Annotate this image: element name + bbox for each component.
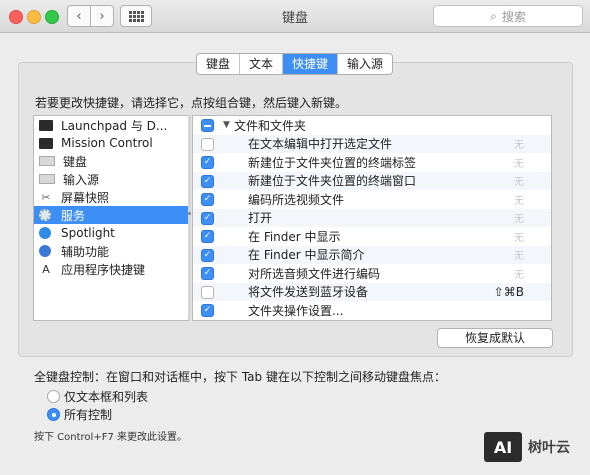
category-label: 键盘: [63, 154, 88, 169]
category-label: Spotlight: [61, 226, 115, 240]
launchpad-icon: [39, 119, 53, 131]
tab-input-sources[interactable]: 输入源: [338, 54, 392, 74]
shortcut-label: 在 Finder 中显示简介: [248, 248, 365, 263]
shortcut-label: 将文件发送到蓝牙设备: [248, 285, 369, 300]
radio-text-boxes-lists[interactable]: [47, 390, 60, 403]
shortcut-row[interactable]: ✓ 在 Finder 中显示 无: [193, 227, 551, 246]
shortcut-key[interactable]: 无: [514, 136, 524, 151]
disclosure-triangle-icon[interactable]: ▼: [223, 120, 230, 130]
shortcut-checkbox[interactable]: ✓: [201, 248, 214, 262]
shortcut-key[interactable]: 无: [514, 229, 524, 244]
shortcut-label: 打开: [248, 211, 273, 226]
spotlight-icon: [39, 227, 51, 239]
shortcut-label: 在文本编辑中打开选定文件: [248, 137, 393, 152]
category-list: Launchpad 与 D... Mission Control 键盘 输入源 …: [33, 115, 189, 321]
category-item-keyboard[interactable]: 键盘: [34, 152, 188, 170]
shortcut-row[interactable]: ✓ 编码所选视频文件 无: [193, 190, 551, 209]
title-bar: ‹ › 键盘 ⌕ 搜索: [0, 0, 590, 33]
category-label: 服务: [61, 208, 86, 223]
shortcut-label: 在 Finder 中显示: [248, 229, 341, 244]
shortcut-key[interactable]: 无: [514, 155, 524, 170]
radio-all-controls[interactable]: [47, 408, 60, 421]
tab-text[interactable]: 文本: [240, 54, 284, 74]
category-label: 屏幕快照: [61, 190, 110, 205]
shortcut-row[interactable]: ✓ 文件夹操作设置...: [193, 301, 551, 320]
shortcut-label: 文件和文件夹: [234, 118, 307, 133]
shortcut-row[interactable]: ✓ 打开 无: [193, 208, 551, 227]
shortcut-checkbox[interactable]: ✓: [201, 304, 214, 317]
keyboard-icon: [39, 156, 55, 166]
split-divider[interactable]: [188, 115, 191, 319]
shortcut-label: 新建位于文件夹位置的终端窗口: [248, 174, 417, 189]
search-placeholder: 搜索: [501, 9, 526, 24]
shortcut-key[interactable]: 无: [514, 266, 524, 281]
category-item-app-shortcuts[interactable]: A 应用程序快捷键: [34, 260, 188, 278]
shortcut-label: 文件夹操作设置...: [248, 303, 344, 318]
search-field[interactable]: ⌕ 搜索: [433, 5, 583, 27]
category-label: Mission Control: [61, 136, 153, 150]
shortcut-row[interactable]: 在文本编辑中打开选定文件 无: [193, 134, 551, 153]
shortcut-checkbox[interactable]: ✓: [201, 156, 214, 169]
shortcut-checkbox[interactable]: ✓: [201, 193, 214, 206]
shortcut-checkbox[interactable]: ✓: [201, 211, 214, 225]
category-item-screenshots[interactable]: ✂ 屏幕快照: [34, 188, 188, 206]
split-handle-icon: [188, 212, 191, 215]
radio-label: 仅文本框和列表: [64, 390, 149, 404]
shortcut-list: ▼ 文件和文件夹 在文本编辑中打开选定文件 无 ✓ 新建位于文件夹位置的终端标签…: [192, 115, 552, 321]
shortcut-checkbox[interactable]: ✓: [201, 230, 214, 243]
category-label: 辅助功能: [61, 244, 110, 259]
category-label: 应用程序快捷键: [61, 262, 146, 277]
shortcut-checkbox[interactable]: ✓: [201, 174, 214, 188]
radio-label: 所有控制: [64, 408, 113, 422]
tab-keyboard[interactable]: 键盘: [197, 54, 241, 74]
shortcut-row[interactable]: ✓ 在 Finder 中显示简介 无: [193, 245, 551, 264]
shortcut-checkbox[interactable]: [201, 137, 214, 151]
full-keyboard-access-label: 全键盘控制：在窗口和对话框中，按下 Tab 键在以下控制之间移动键盘焦点：: [34, 370, 446, 384]
shortcut-label: 编码所选视频文件: [248, 192, 345, 207]
hint-text: 按下 Control+F7 来更改此设置。: [34, 432, 187, 443]
shortcut-row[interactable]: 将文件发送到蓝牙设备 ⇧⌘B: [193, 282, 551, 301]
watermark-text: 树叶云: [528, 440, 570, 456]
screenshot-icon: ✂: [41, 190, 51, 204]
restore-defaults-button[interactable]: 恢复成默认: [437, 328, 553, 348]
shortcut-row[interactable]: ✓ 对所选音频文件进行编码 无: [193, 264, 551, 283]
instruction-text: 若要更改快捷键，请选择它，点按组合键，然后键入新键。: [35, 96, 348, 110]
category-item-spotlight[interactable]: Spotlight: [34, 224, 188, 242]
shortcut-checkbox[interactable]: [201, 119, 214, 132]
shortcut-row[interactable]: ✓ 新建位于文件夹位置的终端标签 无: [193, 153, 551, 172]
shortcut-checkbox[interactable]: ✓: [201, 267, 214, 280]
shortcut-checkbox[interactable]: [201, 285, 214, 299]
shortcut-key[interactable]: ⇧⌘B: [494, 285, 524, 299]
category-label: 输入源: [63, 172, 100, 187]
shortcut-key[interactable]: 无: [514, 192, 524, 207]
category-item-input-sources[interactable]: 输入源: [34, 170, 188, 188]
tab-shortcuts[interactable]: 快捷键: [283, 54, 339, 74]
shortcut-label: 对所选音频文件进行编码: [248, 266, 381, 281]
services-gear-icon: [39, 209, 51, 221]
shortcut-row[interactable]: ✓ 新建位于文件夹位置的终端窗口 无: [193, 171, 551, 190]
shortcut-key[interactable]: 无: [514, 173, 524, 188]
tab-bar: 键盘 文本 快捷键 输入源: [196, 53, 394, 75]
accessibility-icon: [39, 245, 51, 257]
app-shortcuts-icon: A: [42, 262, 50, 276]
category-item-accessibility[interactable]: 辅助功能: [34, 242, 188, 260]
shortcut-label: 新建位于文件夹位置的终端标签: [248, 155, 417, 170]
watermark-logo: AI 树叶云: [484, 428, 584, 466]
shortcut-key[interactable]: 无: [514, 210, 524, 225]
shortcut-group-row[interactable]: ▼ 文件和文件夹: [193, 116, 551, 135]
category-item-mission-control[interactable]: Mission Control: [34, 134, 188, 152]
input-source-icon: [39, 174, 55, 184]
shortcut-key[interactable]: 无: [514, 247, 524, 262]
watermark-ai-icon: AI: [484, 432, 522, 462]
search-icon: ⌕: [490, 8, 497, 23]
category-item-launchpad[interactable]: Launchpad 与 D...: [34, 116, 188, 134]
mission-control-icon: [39, 137, 53, 149]
category-label: Launchpad 与 D...: [61, 118, 168, 133]
category-item-services[interactable]: 服务: [34, 206, 188, 224]
